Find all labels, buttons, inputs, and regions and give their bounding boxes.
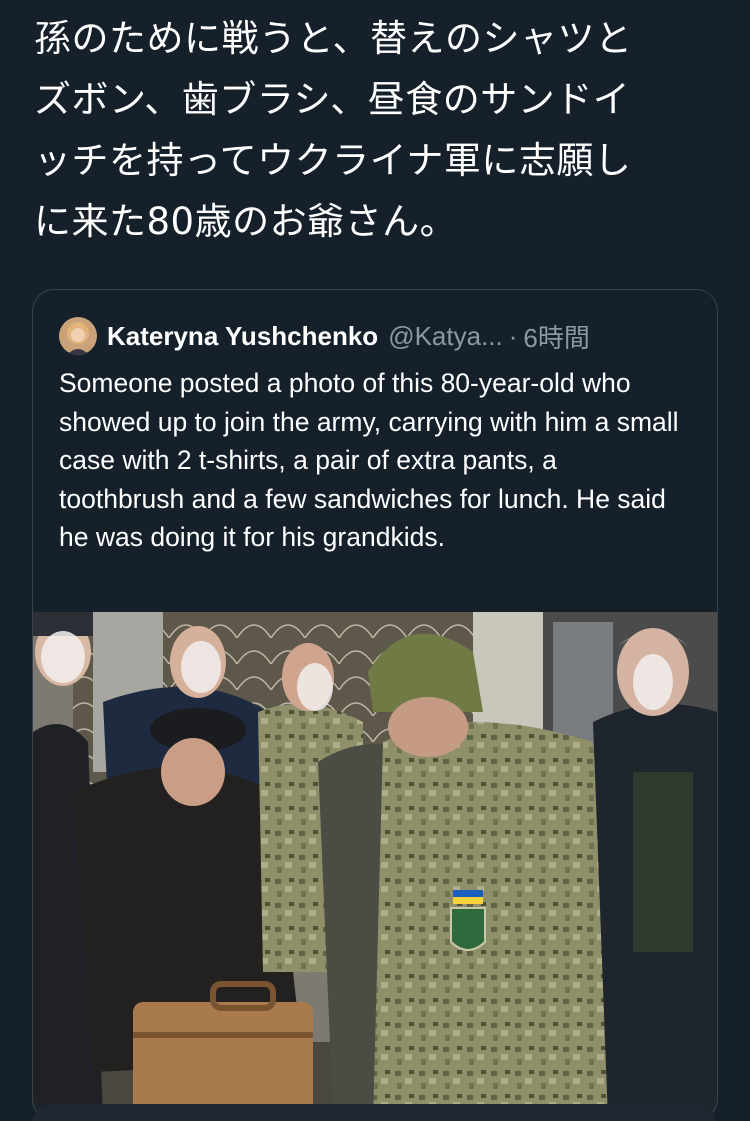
quoted-tweet-text: Someone posted a photo of this 80-year-o… [59, 368, 679, 552]
timestamp[interactable]: 6時間 [523, 318, 589, 355]
author-handle[interactable]: @Katya... [388, 321, 503, 352]
avatar[interactable] [59, 317, 97, 355]
tweet-text: 孫のために戦うと、替えのシャツと ズボン、歯ブラシ、昼食のサンドイ ッチを持って… [34, 17, 633, 243]
next-tweet-card-edge [32, 1104, 716, 1121]
quoted-tweet-card[interactable]: Kateryna Yushchenko @Katya... · 6時間 Some… [32, 289, 718, 1121]
separator-dot: · [508, 320, 518, 351]
tweet-photo[interactable] [33, 612, 717, 1120]
tweet-screen: 孫のために戦うと、替えのシャツと ズボン、歯ブラシ、昼食のサンドイ ッチを持って… [0, 0, 750, 1121]
quoted-tweet-header: Kateryna Yushchenko @Katya... · 6時間 [59, 316, 590, 356]
author-name[interactable]: Kateryna Yushchenko [107, 321, 378, 352]
